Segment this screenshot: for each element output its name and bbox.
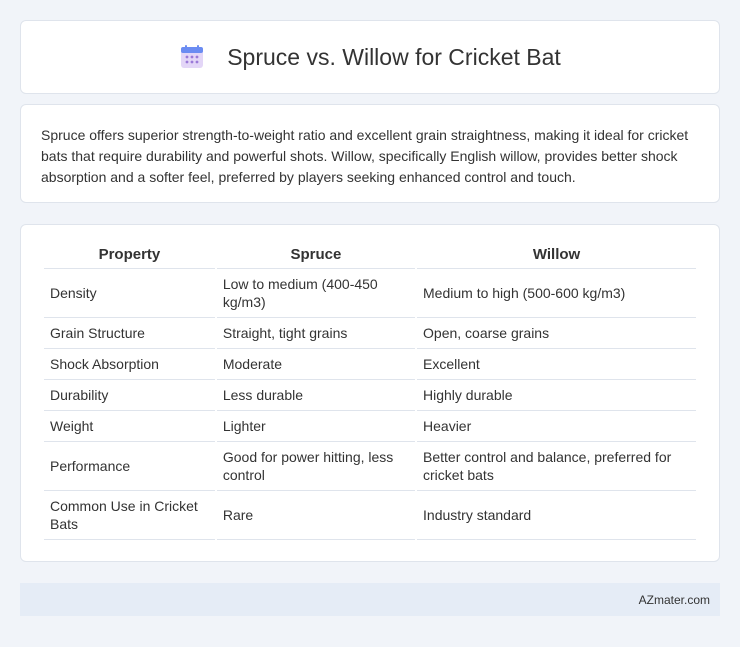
- cell-willow: Heavier: [417, 411, 696, 442]
- footer-site-link[interactable]: AZmater.com: [639, 593, 710, 607]
- cell-property: Performance: [44, 442, 215, 491]
- table-row: Performance Good for power hitting, less…: [44, 442, 696, 491]
- cell-willow: Industry standard: [417, 491, 696, 540]
- cell-property: Grain Structure: [44, 318, 215, 349]
- cell-property: Durability: [44, 380, 215, 411]
- summary-text: Spruce offers superior strength-to-weigh…: [41, 127, 689, 185]
- cell-spruce: Low to medium (400-450 kg/m3): [216, 269, 416, 318]
- header-willow: Willow: [417, 241, 696, 269]
- page-title: Spruce vs. Willow for Cricket Bat: [227, 43, 561, 70]
- header-property: Property: [44, 241, 215, 269]
- table-row: Common Use in Cricket Bats Rare Industry…: [44, 491, 696, 540]
- footer: AZmater.com: [20, 583, 720, 616]
- table-row: Weight Lighter Heavier: [44, 411, 696, 442]
- header-card: Spruce vs. Willow for Cricket Bat: [20, 20, 720, 94]
- table-header-row: Property Spruce Willow: [44, 241, 696, 269]
- cell-spruce: Good for power hitting, less control: [216, 442, 416, 491]
- table-row: Durability Less durable Highly durable: [44, 380, 696, 411]
- cell-willow: Medium to high (500-600 kg/m3): [417, 269, 696, 318]
- cell-willow: Highly durable: [417, 380, 696, 411]
- cell-willow: Open, coarse grains: [417, 318, 696, 349]
- cell-property: Weight: [44, 411, 215, 442]
- table-row: Shock Absorption Moderate Excellent: [44, 349, 696, 380]
- table-row: Grain Structure Straight, tight grains O…: [44, 318, 696, 349]
- cell-property: Density: [44, 269, 215, 318]
- summary-card: Spruce offers superior strength-to-weigh…: [20, 104, 720, 203]
- comparison-table: Property Spruce Willow Density Low to me…: [42, 241, 698, 540]
- calendar-icon: [181, 45, 204, 68]
- header-spruce: Spruce: [216, 241, 416, 269]
- cell-spruce: Less durable: [216, 380, 416, 411]
- cell-property: Common Use in Cricket Bats: [44, 491, 215, 540]
- cell-willow: Better control and balance, preferred fo…: [417, 442, 696, 491]
- cell-spruce: Straight, tight grains: [216, 318, 416, 349]
- table-row: Density Low to medium (400-450 kg/m3) Me…: [44, 269, 696, 318]
- cell-property: Shock Absorption: [44, 349, 215, 380]
- comparison-table-card: Property Spruce Willow Density Low to me…: [20, 224, 720, 562]
- cell-spruce: Moderate: [216, 349, 416, 380]
- cell-willow: Excellent: [417, 349, 696, 380]
- cell-spruce: Rare: [216, 491, 416, 540]
- cell-spruce: Lighter: [216, 411, 416, 442]
